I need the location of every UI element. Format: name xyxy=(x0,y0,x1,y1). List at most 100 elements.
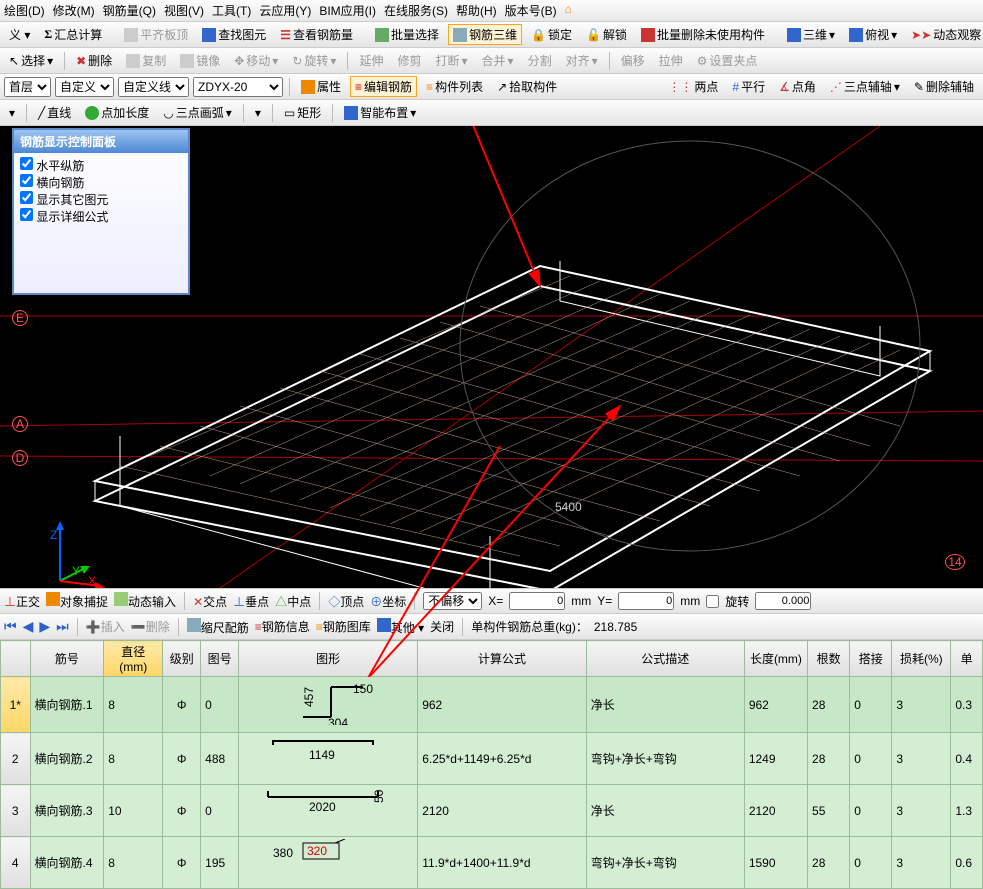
more1-btn[interactable]: ▾ xyxy=(250,104,266,122)
svg-text:304: 304 xyxy=(328,716,348,725)
copy-btn[interactable]: 复制 xyxy=(121,50,171,71)
svg-text:457: 457 xyxy=(302,687,316,707)
close-btn[interactable]: 关闭 xyxy=(430,618,454,635)
apex-snap[interactable]: ◇顶点 xyxy=(328,593,364,610)
rebar-display-panel: 钢筋显示控制面板 水平纵筋 横向钢筋 显示其它图元 显示详细公式 xyxy=(12,128,190,295)
view-mode-dropdown[interactable]: 三维 ▾ xyxy=(782,24,840,45)
dynamic-view-btn[interactable]: ➤➤动态观察 xyxy=(906,24,983,45)
point-length-btn[interactable]: 点加长度 xyxy=(80,102,154,123)
view-rebar-btn[interactable]: ☰ 查看钢筋量 xyxy=(275,24,358,45)
extend-btn[interactable]: 延伸 xyxy=(354,50,388,71)
point-angle-btn[interactable]: ∡点角 xyxy=(774,76,821,97)
panel-opt-2[interactable]: 显示其它图元 xyxy=(20,191,182,208)
panel-opt-0[interactable]: 水平纵筋 xyxy=(20,157,182,174)
nav-last[interactable]: ⏭ xyxy=(56,618,69,635)
menu-online[interactable]: 在线服务(S) xyxy=(384,2,448,19)
select-btn[interactable]: ↖选择 ▾ xyxy=(4,50,58,71)
coord-snap[interactable]: ⊕坐标 xyxy=(370,593,406,610)
grips-btn[interactable]: ⚙设置夹点 xyxy=(692,50,763,71)
menu-bim[interactable]: BIM应用(I) xyxy=(319,2,376,19)
menu-modify[interactable]: 修改(M) xyxy=(53,2,95,19)
3d-viewport[interactable]: 钢筋显示控制面板 水平纵筋 横向钢筋 显示其它图元 显示详细公式 E A D 1… xyxy=(0,126,983,588)
nav-first[interactable]: ⏮ xyxy=(4,618,17,635)
mirror-btn[interactable]: 镜像 xyxy=(175,50,225,71)
dropdown-btn[interactable]: ▾ xyxy=(4,104,20,122)
floor-select[interactable]: 首层 xyxy=(4,77,51,97)
move-btn[interactable]: ✥移动 ▾ xyxy=(229,50,283,71)
nav-prev[interactable]: ◀ xyxy=(23,618,34,635)
svg-text:150: 150 xyxy=(353,682,373,696)
table-row[interactable]: 4横向钢筋.48Φ19538032011.9*d+1400+11.9*d弯钩+净… xyxy=(1,837,983,889)
scale-rebar-btn[interactable]: 缩尺配筋 xyxy=(187,618,249,636)
offset-mode-select[interactable]: 不偏移 xyxy=(423,592,482,610)
three-point-aux-btn[interactable]: ⋰三点辅轴 ▾ xyxy=(825,76,905,97)
menu-version[interactable]: 版本号(B) xyxy=(505,2,557,19)
merge-btn[interactable]: 合并 ▾ xyxy=(477,50,519,71)
menu-rebar[interactable]: 钢筋量(Q) xyxy=(103,2,156,19)
x-input[interactable] xyxy=(509,592,565,610)
trim-btn[interactable]: 修剪 xyxy=(392,50,426,71)
parallel-btn[interactable]: #平行 xyxy=(727,76,770,97)
arc3-btn[interactable]: ◡三点画弧 ▾ xyxy=(158,102,237,123)
row-insert-btn[interactable]: ➕插入 xyxy=(86,618,125,635)
rotate-btn[interactable]: ↻旋转 ▾ xyxy=(287,50,341,71)
table-row[interactable]: 3横向钢筋.310Φ05020202120净长212055031.3 xyxy=(1,785,983,837)
delete-icon: ✖ xyxy=(76,54,86,68)
axis-e-label: E xyxy=(12,310,28,326)
table-row[interactable]: 1*横向钢筋.18Φ0150457304962净长96228030.3 xyxy=(1,677,983,733)
rebar-info-btn[interactable]: ≡钢筋信息 xyxy=(255,618,310,635)
rebar-3d-btn[interactable]: 钢筋三维 xyxy=(448,24,522,45)
panel-opt-3[interactable]: 显示详细公式 xyxy=(20,208,182,225)
flat-top-btn[interactable]: 平齐板顶 xyxy=(119,24,193,45)
split-btn[interactable]: 分割 xyxy=(523,50,557,71)
component-list-btn[interactable]: ≡构件列表 xyxy=(421,76,488,97)
osnap-toggle[interactable]: 对象捕捉 xyxy=(46,592,108,610)
customline-select[interactable]: 自定义线 xyxy=(118,77,189,97)
nav-next[interactable]: ▶ xyxy=(39,618,50,635)
break-btn[interactable]: 打断 ▾ xyxy=(430,50,472,71)
menu-view[interactable]: 视图(V) xyxy=(164,2,204,19)
rotate-check[interactable] xyxy=(706,595,719,608)
batch-select-btn[interactable]: 批量选择 xyxy=(370,24,444,45)
batch-delete-btn[interactable]: 批量删除未使用构件 xyxy=(636,24,770,45)
rebar-lib-btn[interactable]: ≡钢筋图库 xyxy=(316,618,371,635)
sum-calc-btn[interactable]: Σ 汇总计算 xyxy=(39,24,107,45)
pick-component-btn[interactable]: ↗拾取构件 xyxy=(492,76,562,97)
panel-opt-1[interactable]: 横向钢筋 xyxy=(20,174,182,191)
two-point-btn[interactable]: ⋮⋮两点 xyxy=(663,76,723,97)
stretch-btn[interactable]: 拉伸 xyxy=(654,50,688,71)
dimension-5400: 5400 xyxy=(555,500,582,514)
menu-home-icon[interactable]: ⌂ xyxy=(565,2,572,19)
find-elem-btn[interactable]: 查找图元 xyxy=(197,24,271,45)
align-btn[interactable]: 对齐 ▾ xyxy=(561,50,603,71)
define-btn[interactable]: 义 ▾ xyxy=(4,24,35,45)
perp-snap[interactable]: ⊥垂点 xyxy=(233,593,269,610)
cross-snap[interactable]: ✕交点 xyxy=(193,593,227,610)
mid-snap[interactable]: △中点 xyxy=(275,593,311,610)
menu-tools[interactable]: 工具(T) xyxy=(212,2,251,19)
smart-layout-btn[interactable]: 智能布置 ▾ xyxy=(339,102,421,123)
menu-cloud[interactable]: 云应用(Y) xyxy=(259,2,311,19)
row-delete-btn[interactable]: ➖删除 xyxy=(131,618,170,635)
ortho-view-btn[interactable]: 俯视 ▾ xyxy=(844,24,902,45)
custom-select[interactable]: 自定义 xyxy=(55,77,114,97)
delete-aux-btn[interactable]: ✎删除辅轴 xyxy=(909,76,979,97)
menu-draw[interactable]: 绘图(D) xyxy=(4,2,45,19)
menu-help[interactable]: 帮助(H) xyxy=(456,2,497,19)
col-diameter[interactable]: 直径(mm) xyxy=(104,641,163,677)
delete-btn[interactable]: ✖删除 xyxy=(71,50,117,71)
line-btn[interactable]: ╱直线 xyxy=(33,102,76,123)
code-select[interactable]: ZDYX-20 xyxy=(193,77,283,97)
rect-btn[interactable]: ▭矩形 xyxy=(279,102,326,123)
property-btn[interactable]: 属性 xyxy=(296,76,346,97)
edit-rebar-btn[interactable]: ≡编辑钢筋 xyxy=(350,76,417,97)
offset-btn[interactable]: 偏移 xyxy=(616,50,650,71)
dyninput-toggle[interactable]: 动态输入 xyxy=(114,592,176,610)
unlock-btn[interactable]: 🔓解锁 xyxy=(581,24,632,45)
y-input[interactable] xyxy=(618,592,674,610)
table-row[interactable]: 2横向钢筋.28Φ48811496.25*d+1149+6.25*d弯钩+净长+… xyxy=(1,733,983,785)
lock-btn[interactable]: 🔒锁定 xyxy=(526,24,577,45)
rotate-input[interactable] xyxy=(755,592,811,610)
other-btn[interactable]: 其他 ▾ xyxy=(377,618,424,636)
ortho-toggle[interactable]: ⊥正交 xyxy=(4,593,40,610)
